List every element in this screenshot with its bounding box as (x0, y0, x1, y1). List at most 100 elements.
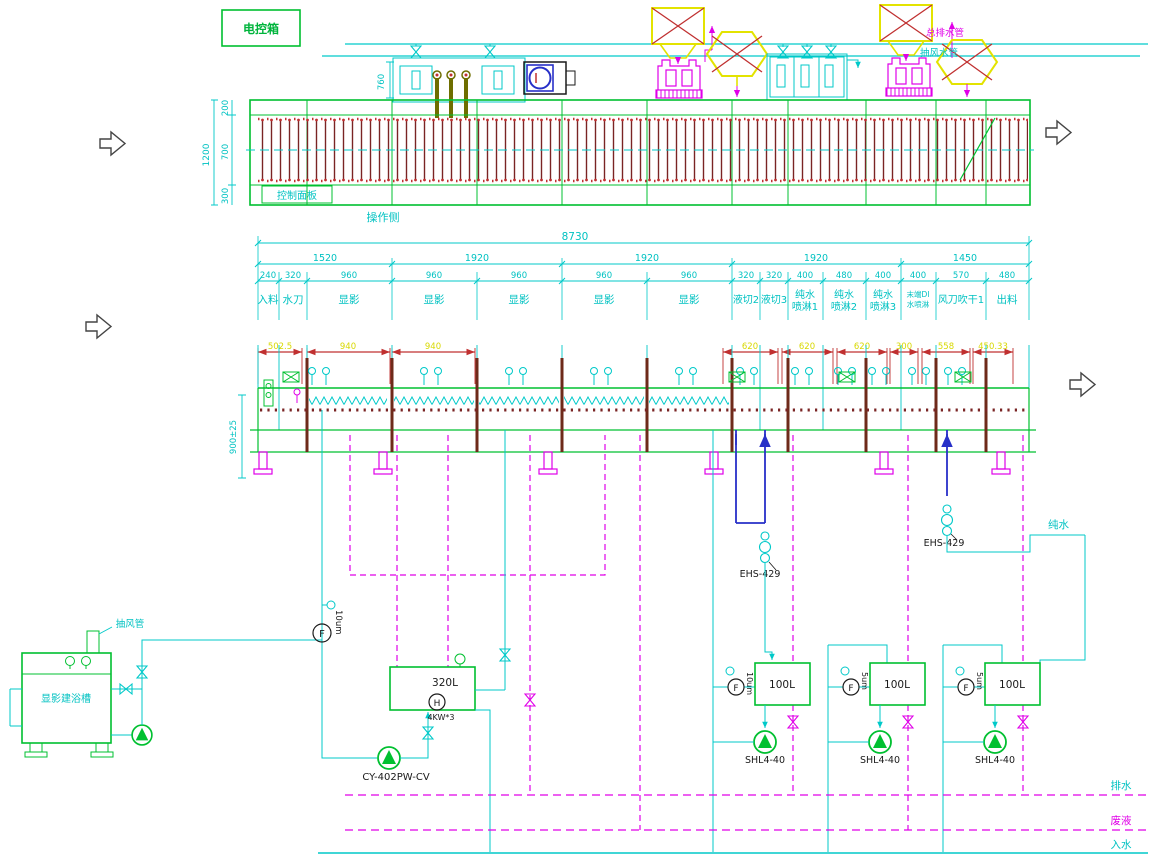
station-label: 出料 (997, 293, 1018, 306)
pure-water-label: 纯水 (1048, 518, 1070, 531)
height-dimension: 900±25 (229, 395, 246, 478)
red-dim: 620 (742, 342, 758, 352)
rinse-pump-label: SHL4-40 (975, 755, 1015, 766)
dim-1200: 1200 (202, 143, 212, 166)
filter-symbol: F (963, 684, 968, 694)
filter-symbol: F (319, 629, 325, 640)
dim-seg: 570 (953, 271, 969, 281)
overhead-pipes (322, 44, 1148, 56)
station-label: 末端DI (907, 289, 930, 299)
inlet-line-label: 入水 (1111, 839, 1133, 851)
machine-foot (705, 452, 723, 474)
filter-rating: 10um (745, 672, 754, 695)
rinse-pump-icon (754, 731, 776, 753)
station-label: 入料 (258, 293, 279, 306)
rinse-pump-label: SHL4-40 (860, 755, 900, 766)
operator-side-label: 操作侧 (367, 210, 400, 224)
dim-seg: 960 (681, 271, 697, 281)
control-panel: 控制面板 (262, 186, 332, 203)
rinse-pump-icon (869, 731, 891, 753)
spray-header (394, 396, 474, 405)
infeed-sensor (264, 380, 273, 406)
developer-pump-label: CY-402PW-CV (362, 772, 430, 783)
exhaust-pipe-label: 抽风水管 (920, 47, 958, 59)
dim-seg: 320 (285, 271, 301, 281)
tank-volume-label: 100L (999, 679, 1025, 691)
station-label: 显影 (339, 293, 360, 306)
main-drain-pipe-label: 总排水管 (926, 27, 964, 39)
flow-arrow-in-plan (100, 132, 125, 155)
dim-seg: 960 (426, 271, 442, 281)
cad-drawing-canvas: 电控箱 (0, 0, 1150, 857)
dim-group: 1450 (953, 253, 977, 264)
prep-pump-icon (132, 725, 152, 745)
red-dim: 940 (340, 342, 356, 352)
dim-200: 200 (221, 100, 231, 116)
gearbox-icon (839, 372, 855, 382)
dim-group: 1920 (804, 253, 828, 264)
process-line-diagram: 电控箱 (0, 0, 1150, 857)
dim-700: 700 (221, 144, 231, 160)
flow-arrow-out-elevation (1070, 373, 1095, 396)
waste-line-label: 废液 (1111, 814, 1133, 827)
filter-rating: 5um (975, 672, 984, 690)
drain-line-label: 排水 (1111, 779, 1133, 792)
red-dim: 620 (799, 342, 815, 352)
spray-header (649, 396, 729, 405)
dimension-chain: 操作侧 8730 1520 1920 1920 1920 1450 240 32… (86, 210, 1032, 338)
station-label: 喷淋1 (792, 300, 818, 313)
developer-prep-tank: 抽风管 显影建浴槽 (10, 618, 322, 757)
control-panel-label: 控制面板 (277, 189, 317, 202)
elevation-view: 502.5 940 940 620 620 620 300 558 450.33 (229, 342, 1095, 478)
spray-pump-unit-1: EHS-429 (736, 430, 780, 660)
filter-symbol: F (733, 684, 738, 694)
red-dim: 450.33 (978, 342, 1008, 352)
filter-symbol: F (848, 684, 853, 694)
tank-volume-label: 100L (769, 679, 795, 691)
rinse-pump-icon (984, 731, 1006, 753)
station-label: 纯水 (795, 288, 815, 301)
rinse-unit-3: F 5um 100L SHL4-40 (943, 645, 1040, 852)
station-label: 液切3 (761, 293, 787, 306)
dim-total: 8730 (562, 231, 589, 243)
developer-tank-unit: F 10um CY-402PW-CV 320L H 4KW*3 (313, 410, 510, 852)
ehs-pump-icon (760, 532, 771, 563)
station-label: 喷淋3 (870, 300, 896, 313)
station-label: 风刀吹干1 (938, 293, 984, 306)
flow-arrow-in-elevation (86, 315, 111, 338)
red-dim: 558 (938, 342, 954, 352)
developer-pump-icon (378, 747, 400, 769)
station-label: 显影 (594, 293, 615, 306)
station-label: 显影 (424, 293, 445, 306)
dim-group: 1920 (465, 253, 489, 264)
station-label: 纯水 (873, 288, 893, 301)
ehs-pump-label: EHS-429 (740, 569, 781, 580)
tank-volume-label: 320L (432, 677, 458, 689)
tank-volume-label: 100L (884, 679, 910, 691)
dim-900: 900±25 (229, 420, 239, 454)
ehs-pump-icon (942, 505, 953, 536)
machine-foot (875, 452, 893, 474)
exhaust-fan-group-1 (652, 8, 712, 98)
dim-seg: 240 (260, 271, 276, 281)
triple-rinse-tank (767, 44, 858, 100)
spray-header (479, 396, 559, 405)
station-label: 水刀 (283, 294, 304, 306)
ehs-pump-label: EHS-429 (924, 538, 965, 549)
heater-symbol: H (434, 699, 441, 709)
dim-group: 1520 (313, 253, 337, 264)
dim-seg: 400 (797, 271, 813, 281)
station-label: 纯水 (834, 288, 854, 301)
red-dimensions: 502.5 940 940 620 620 620 300 558 450.33 (258, 342, 1013, 384)
station-label: 显影 (509, 293, 530, 306)
rinse-unit-2: F 5um 100L SHL4-40 (828, 645, 925, 852)
gearbox-icon (283, 372, 299, 382)
machine-foot (539, 452, 557, 474)
drain-pump-icon (886, 58, 932, 96)
piping-network: EHS-429 EHS-429 纯水 抽风管 显影建浴槽 (10, 410, 1148, 853)
dim-seg: 480 (999, 271, 1015, 281)
dim-seg: 320 (738, 271, 754, 281)
plan-view: 电控箱 (100, 5, 1148, 205)
machine-foot (992, 452, 1010, 474)
flow-arrow-out-plan (1046, 121, 1071, 144)
